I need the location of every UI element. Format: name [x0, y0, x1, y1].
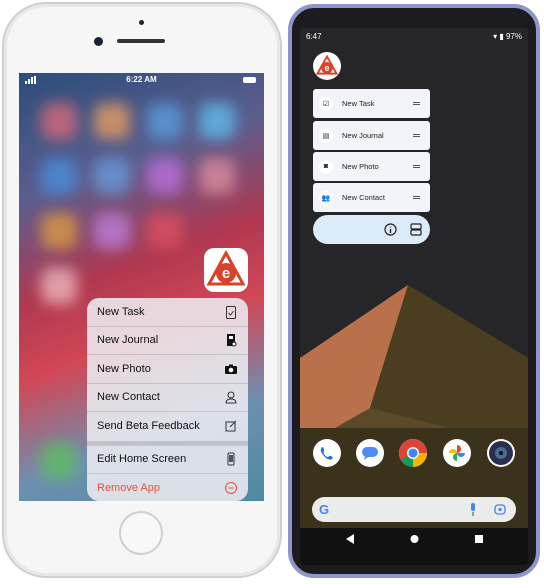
svg-text:e: e [325, 63, 330, 73]
journal-icon [227, 334, 237, 347]
clipboard-check-icon: ☑ [319, 96, 333, 111]
menu-item-edit-home-screen[interactable]: Edit Home Screen [87, 446, 248, 474]
android-screen: 6:47 ▾ ▮ 97% e ☑ New Task ▤ New Journal ◙ N… [300, 28, 528, 565]
drag-handle-icon[interactable] [413, 196, 420, 199]
photos-icon [449, 445, 465, 461]
dock-phone-app[interactable] [313, 439, 341, 467]
app-logo-icon: e [315, 54, 339, 75]
camera-icon: ◙ [319, 159, 333, 174]
battery-level: 97% [505, 32, 522, 41]
app-icon[interactable]: e [204, 248, 248, 292]
google-search-bar[interactable]: G [312, 497, 516, 522]
lens-icon[interactable] [494, 504, 506, 515]
camera-icon [489, 441, 513, 465]
google-logo-icon: G [319, 502, 330, 517]
dock-messages-app[interactable] [356, 439, 384, 467]
app-icon[interactable]: e [313, 52, 341, 80]
shortcut-new-task[interactable]: ☑ New Task [313, 89, 430, 118]
menu-item-send-beta-feedback[interactable]: Send Beta Feedback [87, 412, 248, 441]
home-icon[interactable] [410, 534, 419, 544]
wifi-icon: ▾ ▮ [493, 32, 506, 41]
people-icon: 👥 [319, 190, 333, 205]
front-camera [94, 37, 103, 46]
app-info-icon[interactable] [384, 223, 397, 236]
svg-text:e: e [222, 265, 230, 282]
journal-icon: ▤ [319, 128, 333, 143]
battery-icon [243, 77, 256, 83]
status-icons: ▾ ▮ 97% [493, 30, 522, 44]
home-button[interactable] [119, 511, 163, 555]
camera-icon [225, 364, 237, 374]
signal-icon [25, 76, 37, 84]
drag-handle-icon[interactable] [413, 165, 420, 168]
phone-icon [227, 452, 235, 466]
person-icon [225, 391, 237, 404]
android-time: 6:47 [306, 32, 322, 41]
chrome-icon [399, 439, 427, 467]
widgets-icon[interactable] [410, 223, 422, 236]
app-logo-icon: e [206, 249, 246, 286]
drag-handle-icon[interactable] [413, 102, 420, 105]
earpiece-speaker [117, 39, 165, 43]
messages-icon [362, 447, 378, 460]
menu-item-new-contact[interactable]: New Contact [87, 384, 248, 412]
quick-actions-menu: New Task New Journal New Photo New Conta… [87, 298, 248, 501]
shortcut-new-journal[interactable]: ▤ New Journal [313, 121, 430, 150]
phone-icon [320, 447, 333, 460]
dock-chrome-app[interactable] [399, 439, 427, 467]
dock-photos-app[interactable] [443, 439, 471, 467]
minus-circle-icon [225, 482, 237, 495]
shortcut-new-contact[interactable]: 👥 New Contact [313, 183, 430, 212]
menu-item-new-task[interactable]: New Task [87, 298, 248, 327]
menu-item-remove-app[interactable]: Remove App [87, 474, 248, 501]
drag-handle-icon[interactable] [413, 134, 420, 137]
clipboard-check-icon [226, 305, 236, 319]
menu-item-new-photo[interactable]: New Photo [87, 355, 248, 384]
sensor-dot [139, 20, 144, 25]
ios-screen: 6:22 AM e New Task New Journal New Photo… [19, 73, 264, 501]
shortcut-new-photo[interactable]: ◙ New Photo [313, 152, 430, 181]
ios-status-bar: 6:22 AM [19, 73, 264, 87]
menu-item-new-journal[interactable]: New Journal [87, 327, 248, 355]
microphone-icon[interactable] [469, 503, 477, 516]
dock-camera-app[interactable] [487, 439, 515, 467]
app-options-pill [313, 215, 430, 244]
compose-icon [225, 420, 237, 432]
ios-time: 6:22 AM [126, 75, 157, 84]
back-icon[interactable] [346, 534, 355, 544]
android-status-bar: 6:47 ▾ ▮ 97% [300, 30, 528, 44]
recents-icon[interactable] [475, 534, 484, 544]
